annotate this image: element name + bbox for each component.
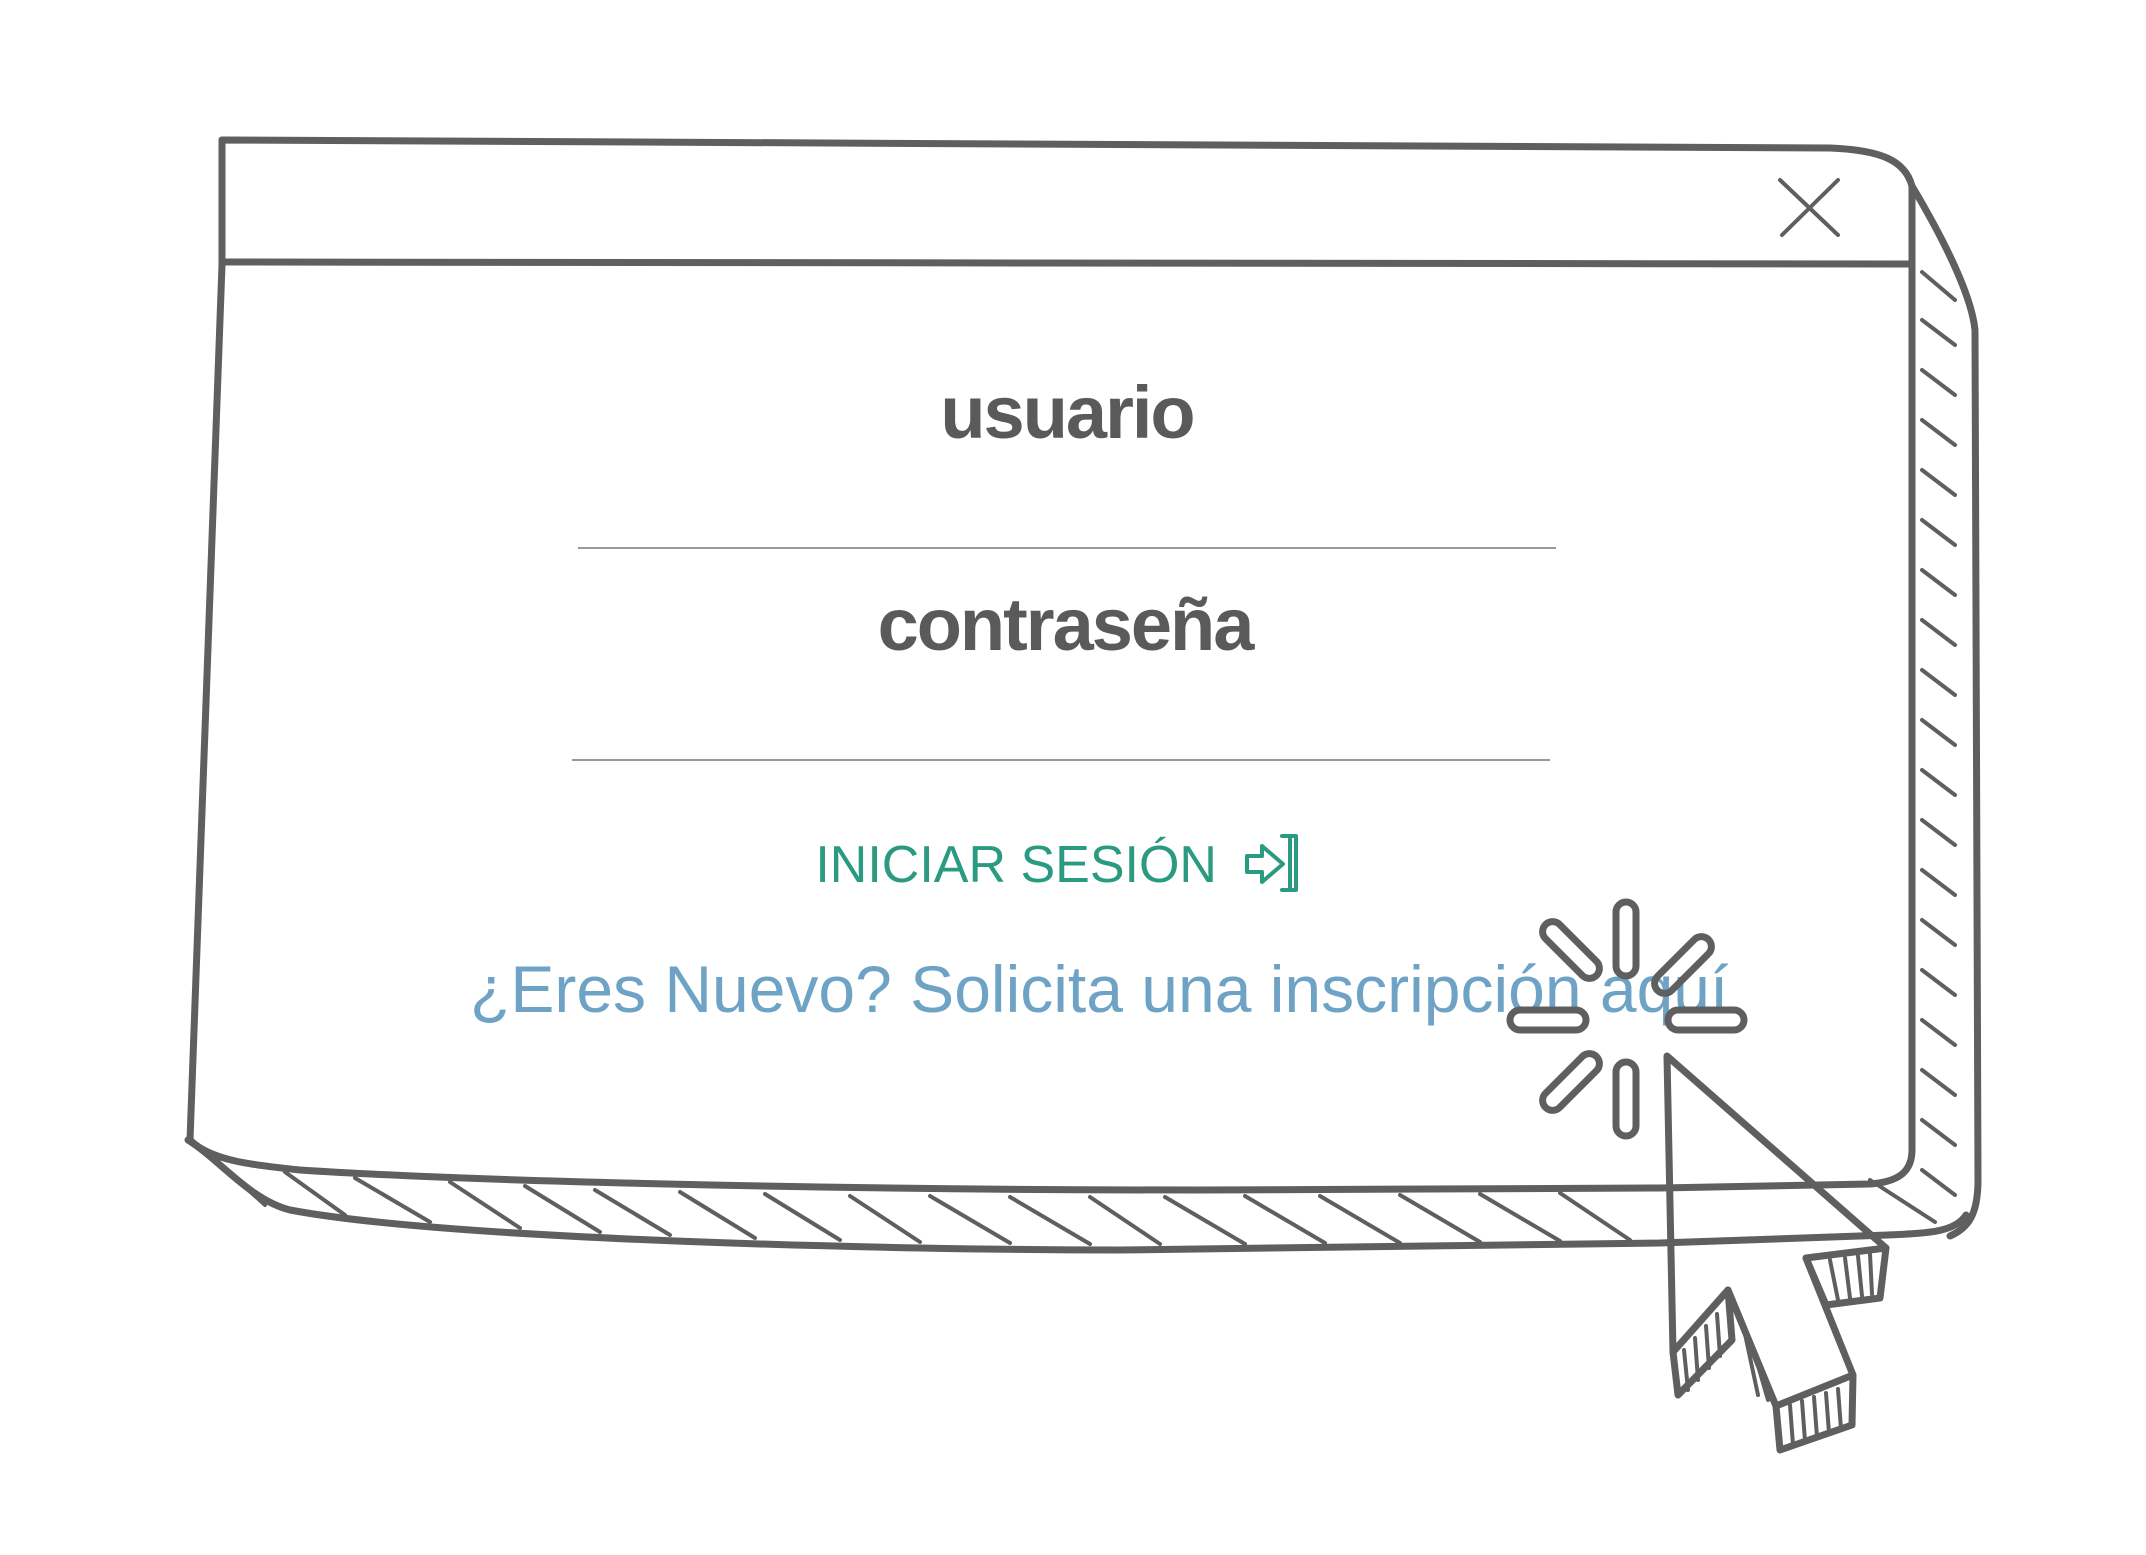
mouse-pointer-icon: [1663, 1052, 1890, 1454]
login-button-label: INICIAR SESIÓN: [815, 836, 1217, 894]
username-label: usuario: [940, 371, 1193, 454]
password-label: contraseña: [878, 583, 1256, 666]
login-button[interactable]: INICIAR SESIÓN: [815, 834, 1298, 894]
sign-in-icon: [1245, 834, 1298, 892]
signup-link[interactable]: ¿Eres Nuevo? Solicita una inscripción aq…: [470, 952, 1729, 1026]
close-icon[interactable]: [1778, 178, 1840, 237]
login-window-illustration: usuario contraseña INICIAR SESIÓN ¿Eres …: [184, 136, 1982, 1454]
right-hatching: [1920, 270, 1957, 1197]
